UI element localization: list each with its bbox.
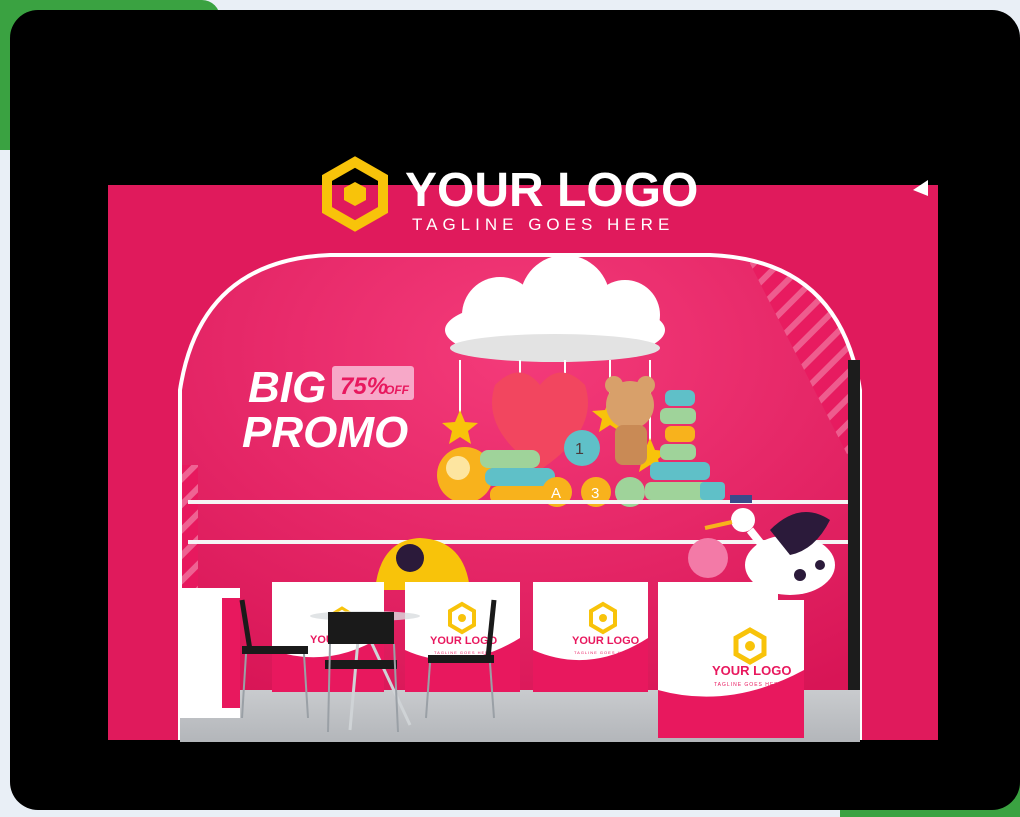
block-number-1: 1 (575, 441, 584, 458)
block-number-3: 3 (591, 485, 599, 502)
promo-badge-value: 75% (340, 373, 388, 400)
counter-2: YOUR LOGO TAGLINE GOES HERE (405, 582, 520, 692)
promo-line1: BIG (248, 363, 326, 412)
shelf-bottom (188, 540, 848, 544)
counter-4 (658, 582, 778, 602)
sun-eye (396, 544, 424, 572)
counter-3-tagline: TAGLINE GOES HERE (574, 650, 633, 655)
right-pillar-shadow (848, 360, 860, 740)
counter-3: YOUR LOGO TAGLINE GOES HERE (533, 582, 648, 692)
counter-3-title: YOUR LOGO (572, 635, 640, 647)
promo-line2: PROMO (242, 408, 408, 457)
booth-illustration: YOUR LOGO TAGLINE GOES HERE BIG 75% OFF … (108, 156, 938, 742)
block-letter-a: A (551, 485, 561, 502)
logo-title: YOUR LOGO (405, 164, 698, 217)
booth-render-frame: YOUR LOGO TAGLINE GOES HERE BIG 75% OFF … (10, 10, 1020, 810)
promo-badge-suffix: OFF (385, 383, 410, 397)
counter-5-tagline: TAGLINE GOES HERE (714, 682, 783, 688)
side-counter-panel (222, 598, 240, 708)
counter-2-tagline: TAGLINE GOES HERE (434, 650, 493, 655)
logo-tagline: TAGLINE GOES HERE (412, 215, 674, 234)
counter-5-title: YOUR LOGO (712, 663, 791, 678)
counter-5: YOUR LOGO TAGLINE GOES HERE (658, 600, 804, 738)
